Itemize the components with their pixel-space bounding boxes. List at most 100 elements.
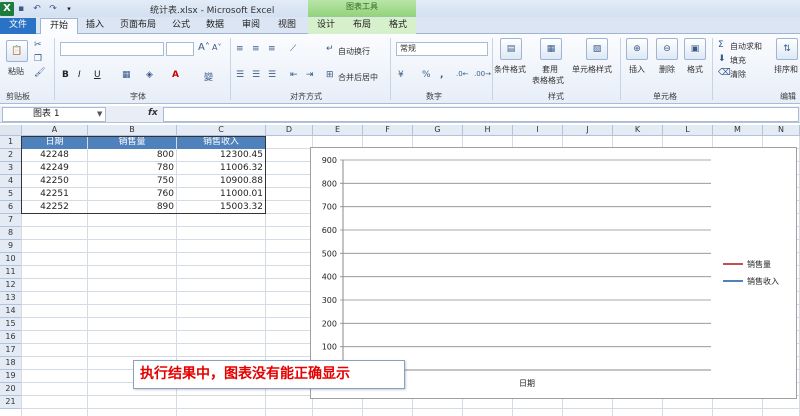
row-header-13[interactable]: 13 [0, 292, 22, 305]
merge-center-icon[interactable]: ⊞ [326, 70, 334, 80]
paste-label[interactable]: 粘贴 [8, 66, 24, 77]
row-header-5[interactable]: 5 [0, 188, 22, 201]
shrink-font-icon[interactable]: A ˅ [212, 43, 221, 52]
increase-decimal-icon[interactable]: .0← [456, 70, 469, 78]
table-cell[interactable]: 780 [88, 162, 176, 175]
row-header-7[interactable]: 7 [0, 214, 22, 227]
delete-cells-icon[interactable]: ⊖ [656, 38, 678, 60]
phonetic-icon[interactable]: 變 [204, 70, 213, 83]
tab-chart-format[interactable]: 格式 [380, 18, 416, 34]
column-header-F[interactable]: F [363, 125, 413, 136]
borders-icon[interactable]: ▦ [122, 70, 131, 80]
row-header-6[interactable]: 6 [0, 201, 22, 214]
align-top-icon[interactable]: ≡ [236, 44, 244, 54]
fill-color-icon[interactable]: ◈ [146, 70, 153, 80]
merge-center-label[interactable]: 合并后居中 [338, 72, 378, 83]
column-header-K[interactable]: K [613, 125, 663, 136]
column-header-B[interactable]: B [88, 125, 177, 136]
tab-page-layout[interactable]: 页面布局 [114, 18, 162, 34]
align-left-icon[interactable]: ☰ [236, 70, 244, 80]
percent-button[interactable]: % [422, 70, 431, 80]
comma-button[interactable]: , [440, 70, 443, 80]
insert-cells-icon[interactable]: ⊕ [626, 38, 648, 60]
table-cell[interactable]: 890 [88, 201, 176, 214]
undo-icon[interactable]: ↶ [30, 2, 44, 16]
clear-label[interactable]: 清除 [730, 69, 746, 80]
row-header-11[interactable]: 11 [0, 266, 22, 279]
cell-styles-icon[interactable]: ▧ [586, 38, 608, 60]
conditional-format-icon[interactable]: ▤ [500, 38, 522, 60]
row-header-1[interactable]: 1 [0, 136, 22, 149]
fill-label[interactable]: 填充 [730, 55, 746, 66]
row-header-18[interactable]: 18 [0, 357, 22, 370]
header-cell[interactable]: 销售量 [88, 136, 176, 149]
column-header-M[interactable]: M [713, 125, 763, 136]
row-header-3[interactable]: 3 [0, 162, 22, 175]
header-cell[interactable]: 销售收入 [177, 136, 265, 149]
italic-button[interactable]: I [78, 70, 81, 80]
table-cell[interactable]: 800 [88, 149, 176, 162]
cut-icon[interactable]: ✂ [34, 40, 42, 50]
cell-styles-label[interactable]: 单元格样式 [572, 64, 612, 75]
decrease-decimal-icon[interactable]: .00→ [474, 70, 491, 78]
column-header-D[interactable]: D [266, 125, 313, 136]
select-all-corner[interactable] [0, 125, 22, 136]
sort-filter-icon[interactable]: ⇅ [776, 38, 798, 60]
formula-input[interactable] [163, 107, 799, 122]
row-header-2[interactable]: 2 [0, 149, 22, 162]
paste-icon[interactable]: 📋 [6, 40, 28, 62]
format-cells-label[interactable]: 格式 [687, 64, 703, 75]
copy-icon[interactable]: ❐ [34, 54, 42, 64]
sort-filter-label[interactable]: 排序和 [774, 64, 798, 75]
row-header-8[interactable]: 8 [0, 227, 22, 240]
table-cell[interactable]: 42252 [22, 201, 87, 214]
tab-data[interactable]: 数据 [200, 18, 230, 34]
row-header-14[interactable]: 14 [0, 305, 22, 318]
save-icon[interactable]: ▪ [14, 2, 28, 16]
currency-icon[interactable]: ¥ [398, 70, 404, 80]
row-header-9[interactable]: 9 [0, 240, 22, 253]
table-cell[interactable]: 15003.32 [177, 201, 265, 214]
insert-function-button[interactable]: fx [148, 108, 158, 118]
row-header-10[interactable]: 10 [0, 253, 22, 266]
table-cell[interactable]: 760 [88, 188, 176, 201]
font-size-combo[interactable] [166, 42, 194, 56]
column-header-I[interactable]: I [513, 125, 563, 136]
bold-button[interactable]: B [62, 70, 69, 80]
tab-chart-design[interactable]: 设计 [308, 18, 344, 34]
table-cell[interactable]: 11006.32 [177, 162, 265, 175]
autosum-label[interactable]: 自动求和 [730, 41, 762, 52]
table-cell[interactable]: 12300.45 [177, 149, 265, 162]
orientation-icon[interactable]: ⟋ [290, 44, 296, 54]
row-header-17[interactable]: 17 [0, 344, 22, 357]
tab-home[interactable]: 开始 [40, 18, 78, 35]
table-cell[interactable]: 42251 [22, 188, 87, 201]
table-cell[interactable]: 42249 [22, 162, 87, 175]
customize-qat-icon[interactable]: ▾ [62, 2, 76, 16]
header-cell[interactable]: 日期 [22, 136, 87, 149]
autosum-icon[interactable]: Σ [718, 40, 724, 50]
tab-review[interactable]: 审阅 [236, 18, 266, 34]
increase-indent-icon[interactable]: ⇥ [306, 70, 314, 80]
grow-font-icon[interactable]: A ˄ [198, 42, 210, 53]
tab-chart-layout[interactable]: 布局 [344, 18, 380, 34]
name-box[interactable]: 图表 1 [2, 107, 106, 122]
conditional-format-label[interactable]: 条件格式 [494, 64, 526, 75]
delete-cells-label[interactable]: 删除 [659, 64, 675, 75]
format-as-table-label-2[interactable]: 表格格式 [532, 75, 564, 86]
format-cells-icon[interactable]: ▣ [684, 38, 706, 60]
tab-view[interactable]: 视图 [272, 18, 302, 34]
chevron-down-icon[interactable]: ▼ [97, 110, 102, 118]
row-header-12[interactable]: 12 [0, 279, 22, 292]
format-as-table-icon[interactable]: ▦ [540, 38, 562, 60]
column-header-G[interactable]: G [413, 125, 463, 136]
fill-icon[interactable]: ⬇ [718, 54, 726, 64]
redo-icon[interactable]: ↷ [46, 2, 60, 16]
font-name-combo[interactable] [60, 42, 164, 56]
table-cell[interactable]: 10900.88 [177, 175, 265, 188]
row-header-4[interactable]: 4 [0, 175, 22, 188]
column-header-A[interactable]: A [22, 125, 88, 136]
column-header-N[interactable]: N [763, 125, 800, 136]
column-header-C[interactable]: C [177, 125, 266, 136]
align-right-icon[interactable]: ☰ [268, 70, 276, 80]
